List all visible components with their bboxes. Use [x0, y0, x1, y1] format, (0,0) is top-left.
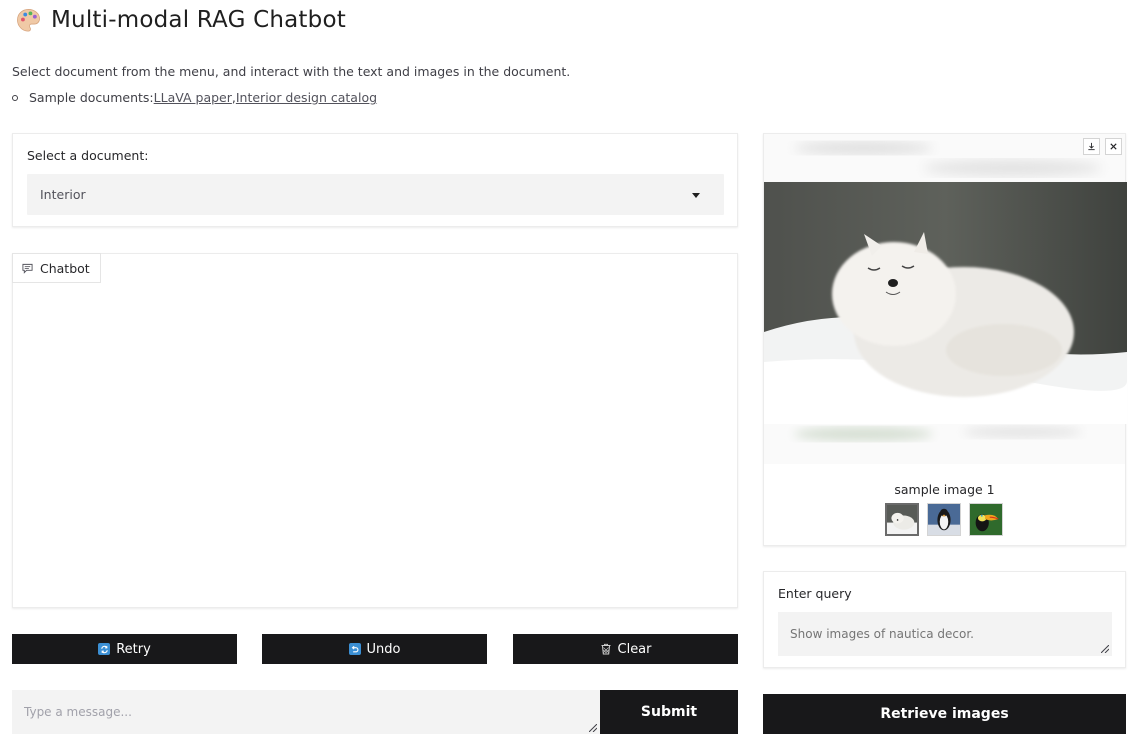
sample-link-llava[interactable]: LLaVA paper — [154, 90, 232, 105]
retry-button[interactable]: Retry — [12, 634, 237, 664]
clear-button[interactable]: Clear — [513, 634, 738, 664]
palette-icon — [17, 8, 40, 31]
query-label: Enter query — [778, 586, 852, 601]
close-icon — [1110, 143, 1117, 150]
close-button[interactable] — [1105, 138, 1122, 155]
message-input[interactable] — [12, 690, 600, 734]
document-selector-panel: Select a document: Interior — [12, 133, 738, 227]
retry-label: Retry — [116, 641, 151, 657]
thumbnail-toucan[interactable] — [969, 503, 1003, 536]
app-root: Multi-modal RAG Chatbot Select document … — [0, 0, 1144, 752]
resize-handle-icon[interactable] — [589, 724, 597, 732]
query-input[interactable] — [778, 612, 1112, 656]
bullet-marker — [12, 94, 18, 101]
chatbot-label: Chatbot — [40, 260, 90, 276]
image-gallery: sample image 1 — [763, 133, 1127, 546]
chat-bubble-icon — [22, 263, 33, 274]
sample-documents: Sample documents: LLaVA paper, Interior … — [12, 90, 377, 105]
thumbnail-arctic-fox[interactable] — [885, 503, 919, 536]
gallery-main-image — [764, 182, 1127, 424]
document-dropdown-value: Interior — [40, 187, 86, 202]
blurred-image-backdrop-bottom — [764, 424, 1125, 464]
blurred-image-backdrop-top — [764, 134, 1125, 182]
download-button[interactable] — [1083, 138, 1100, 155]
query-resize-handle-icon[interactable] — [1101, 645, 1109, 653]
gallery-caption: sample image 1 — [894, 482, 995, 497]
chatbot-label-tag: Chatbot — [12, 253, 101, 283]
document-selector-label: Select a document: — [27, 148, 149, 163]
undo-icon — [348, 643, 361, 655]
clear-label: Clear — [617, 641, 652, 657]
page-description: Select document from the menu, and inter… — [12, 64, 571, 79]
title-row: Multi-modal RAG Chatbot — [16, 7, 346, 33]
thumbnail-penguin[interactable] — [927, 503, 961, 536]
gallery-thumbnails — [885, 503, 1003, 536]
retry-icon — [98, 643, 111, 655]
sample-link-interior[interactable]: Interior design catalog — [236, 90, 377, 105]
submit-button[interactable]: Submit — [600, 690, 738, 734]
query-panel: Enter query — [763, 571, 1126, 668]
samples-prefix: Sample documents: — [29, 90, 154, 105]
page-title: Multi-modal RAG Chatbot — [51, 7, 346, 33]
trash-icon — [601, 643, 610, 655]
chatbot-panel: Chatbot — [12, 253, 738, 608]
retrieve-images-button[interactable]: Retrieve images — [763, 694, 1126, 734]
chevron-down-icon — [692, 193, 700, 198]
undo-button[interactable]: Undo — [262, 634, 487, 664]
download-icon — [1088, 142, 1095, 151]
document-dropdown[interactable]: Interior — [27, 174, 724, 215]
undo-label: Undo — [366, 641, 401, 657]
